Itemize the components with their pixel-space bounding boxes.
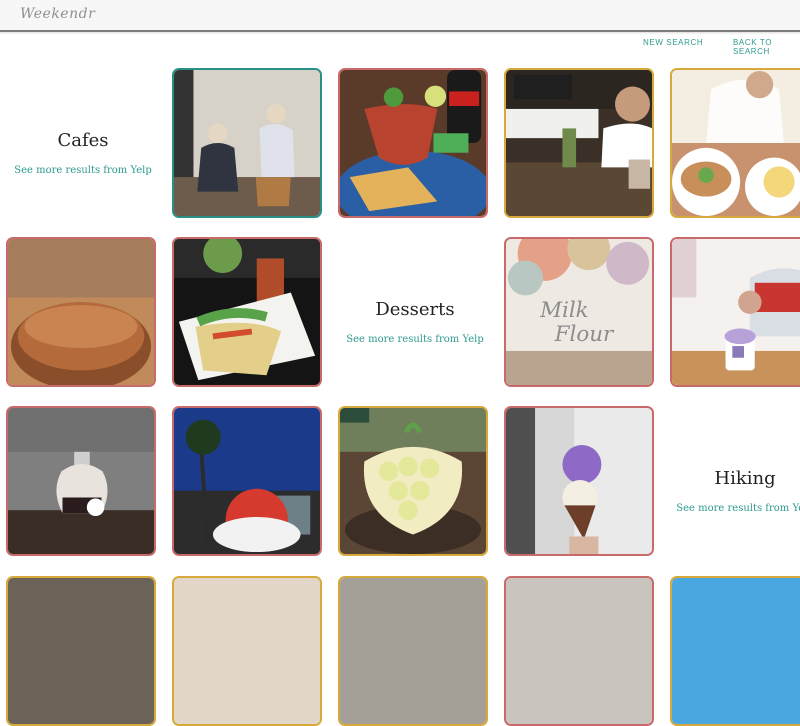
photo-tile-milk-flour[interactable]: Milk Flour <box>504 237 654 387</box>
app-logo[interactable]: Weekendr <box>20 6 95 22</box>
brunch-photo <box>672 70 800 216</box>
yelp-results-link[interactable]: See more results from Yelp <box>340 334 490 345</box>
crepe-photo <box>174 239 320 385</box>
svg-text:Flour: Flour <box>554 322 615 347</box>
photo-tile-palm-candy[interactable] <box>172 406 322 556</box>
back-to-search-link[interactable]: BACK TO SEARCH <box>733 38 800 56</box>
photo-tile-lightbulb-drink[interactable] <box>6 406 156 556</box>
photo-tile-ice-cream-cup[interactable] <box>670 237 800 387</box>
photo-tile-crepe[interactable] <box>172 237 322 387</box>
ice-cream-cup-photo <box>672 239 800 385</box>
new-search-link[interactable]: NEW SEARCH <box>643 38 703 47</box>
category-title: Desserts <box>375 299 455 320</box>
photo-tile-donut[interactable] <box>6 237 156 387</box>
ceviche-photo <box>340 70 486 216</box>
photo-tile-row4-5[interactable] <box>670 576 800 726</box>
photo-tile-brunch[interactable] <box>670 68 800 218</box>
figurines-photo <box>174 70 320 216</box>
palm-candy-photo <box>174 408 320 554</box>
yelp-results-link[interactable]: See more results from Yelp <box>8 165 158 176</box>
category-hiking: Hiking See more results from Yelp <box>670 406 800 556</box>
photo-tile-melon-ice[interactable] <box>338 406 488 556</box>
photo-tile-row4-2[interactable] <box>172 576 322 726</box>
photo-tile-ceviche[interactable] <box>338 68 488 218</box>
ice-cream-cone-photo <box>506 408 652 554</box>
lightbulb-drink-photo <box>8 408 154 554</box>
category-desserts: Desserts See more results from Yelp <box>340 237 490 387</box>
category-title: Hiking <box>714 468 776 489</box>
photo-tile-row4-4[interactable] <box>504 576 654 726</box>
cafe-owner-photo <box>506 70 652 216</box>
photo-tile-row4-1[interactable] <box>6 576 156 726</box>
yelp-results-link[interactable]: See more results from Yelp <box>670 503 800 514</box>
photo-tile-cafe-owner[interactable] <box>504 68 654 218</box>
photo-tile-ice-cream-cone[interactable] <box>504 406 654 556</box>
donut-photo <box>8 239 154 385</box>
top-bar: Weekendr <box>0 0 800 32</box>
melon-ice-photo <box>340 408 486 554</box>
milk-flour-photo: Milk Flour <box>506 239 652 385</box>
svg-text:Milk: Milk <box>539 298 589 323</box>
photo-tile-figurines[interactable] <box>172 68 322 218</box>
category-cafes: Cafes See more results from Yelp <box>8 68 158 218</box>
category-title: Cafes <box>57 130 109 151</box>
photo-tile-row4-3[interactable] <box>338 576 488 726</box>
